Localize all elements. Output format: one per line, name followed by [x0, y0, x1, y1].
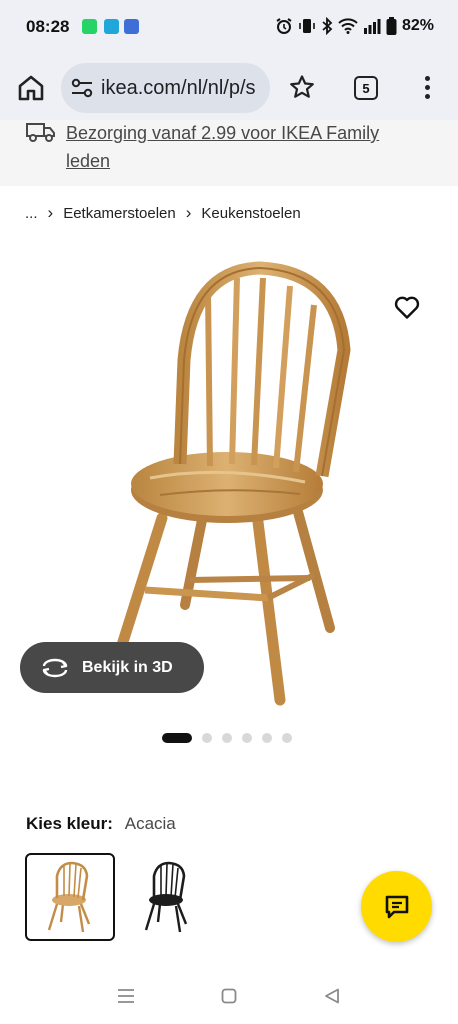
- back-nav-icon[interactable]: [324, 988, 340, 1004]
- tab-switcher-button[interactable]: 5: [354, 76, 378, 100]
- vibrate-icon: [299, 19, 315, 33]
- wifi-icon: [338, 18, 358, 34]
- favorite-heart-icon[interactable]: [393, 294, 421, 320]
- address-bar[interactable]: ikea.com/nl/nl/p/s: [61, 63, 270, 113]
- chevron-right-icon: ›: [47, 203, 54, 222]
- system-navigation-bar: [0, 970, 458, 1024]
- shield-app-icon: [124, 19, 139, 34]
- chevron-right-icon: ›: [185, 203, 192, 222]
- home-nav-icon[interactable]: [221, 988, 237, 1004]
- chat-icon: [385, 895, 408, 918]
- status-bar: 08:28 82%: [0, 0, 458, 56]
- url-text: ikea.com/nl/nl/p/s: [101, 77, 256, 99]
- delivery-truck-icon: [26, 123, 55, 142]
- view-in-3d-button[interactable]: Bekijk in 3D: [20, 642, 204, 693]
- delivery-banner-link[interactable]: Bezorging vanaf 2.99 voor IKEA Family le…: [66, 120, 426, 175]
- color-swatch-acacia[interactable]: [25, 853, 115, 941]
- bluetooth-icon: [322, 17, 333, 35]
- breadcrumb-item-keukenstoelen[interactable]: Keukenstoelen: [201, 205, 300, 222]
- delivery-banner[interactable]: Bezorging vanaf 2.99 voor IKEA Family le…: [0, 120, 458, 186]
- pagination-dot[interactable]: [242, 733, 252, 743]
- chair-thumbnail-black: [144, 861, 188, 933]
- breadcrumb-ellipsis[interactable]: ...: [25, 205, 38, 222]
- pagination-dot-active[interactable]: [162, 733, 192, 743]
- breadcrumb-item-eetkamerstoelen[interactable]: Eetkamerstoelen: [63, 205, 176, 222]
- battery-icon: [386, 17, 397, 35]
- pagination-dot[interactable]: [222, 733, 232, 743]
- signal-icon: [363, 19, 381, 34]
- selected-color-value: Acacia: [124, 814, 176, 833]
- browser-toolbar: ikea.com/nl/nl/p/s 5: [0, 56, 458, 120]
- whatsapp-icon: [82, 19, 97, 34]
- pagination-dot[interactable]: [282, 733, 292, 743]
- home-icon[interactable]: [16, 73, 46, 103]
- recent-apps-icon[interactable]: [117, 988, 135, 1004]
- app-icon: [104, 19, 119, 34]
- color-selector-label: Kies kleur: Acacia: [26, 814, 176, 834]
- chair-thumbnail-acacia: [47, 861, 91, 933]
- battery-percentage: 82%: [401, 17, 434, 34]
- pagination-dot[interactable]: [202, 733, 212, 743]
- more-menu-icon[interactable]: [418, 74, 438, 102]
- image-pagination: [162, 733, 292, 743]
- color-swatch-black[interactable]: [122, 853, 212, 941]
- choose-color-label: Kies kleur:: [26, 814, 113, 833]
- rotate-3d-icon: [42, 658, 68, 677]
- view-in-3d-label: Bekijk in 3D: [82, 658, 173, 676]
- breadcrumb: ... › Eetkamerstoelen › Keukenstoelen: [25, 203, 301, 223]
- chat-button[interactable]: [361, 871, 432, 942]
- product-image-chair[interactable]: [100, 250, 370, 710]
- site-settings-icon[interactable]: [71, 78, 93, 98]
- bookmark-star-icon[interactable]: [289, 74, 315, 100]
- status-time: 08:28: [26, 17, 70, 36]
- alarm-icon: [276, 18, 292, 34]
- pagination-dot[interactable]: [262, 733, 272, 743]
